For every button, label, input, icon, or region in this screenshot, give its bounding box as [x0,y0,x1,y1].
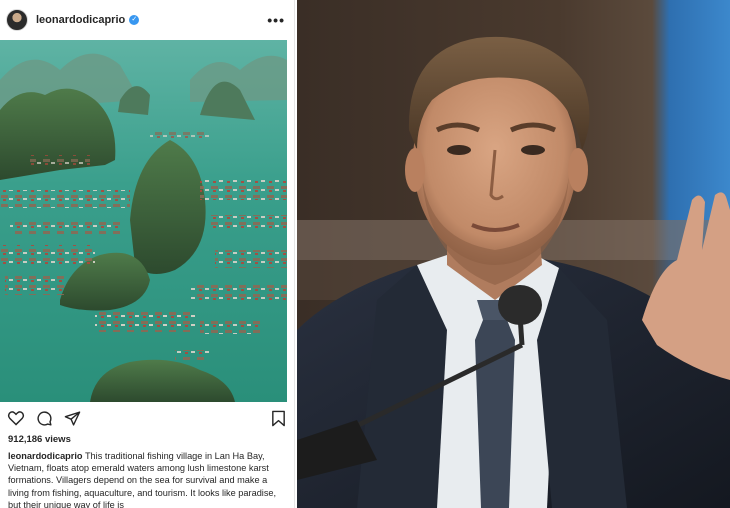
post-actions [6,406,288,430]
caption-username[interactable]: leonardodicaprio [8,451,83,461]
speaker-photo [297,0,730,508]
bookmark-icon[interactable] [268,408,288,428]
more-options-icon[interactable]: ••• [267,12,285,28]
post-caption: leonardodicaprio This traditional fishin… [8,450,290,508]
view-count: 912,186 views [8,434,71,445]
heart-icon[interactable] [6,408,26,428]
post-username[interactable]: leonardodicaprio [36,14,125,26]
post-photo[interactable] [0,40,287,402]
verified-badge-icon: ✓ [129,15,140,25]
avatar[interactable] [6,9,28,31]
share-icon[interactable] [62,408,82,428]
post-header: leonardodicaprio ✓ ••• [0,0,294,40]
comment-icon[interactable] [34,408,54,428]
instagram-post: leonardodicaprio ✓ ••• 912,186 views leo… [0,0,295,508]
